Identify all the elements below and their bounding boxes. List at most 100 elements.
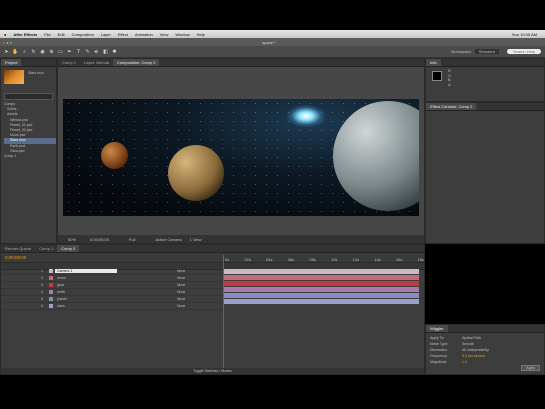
hand-tool-icon[interactable]: ✋ — [12, 48, 19, 55]
noise-type-select[interactable]: Smooth — [462, 342, 474, 346]
table-row[interactable]: 5 planet None — [1, 296, 223, 303]
search-help-input[interactable]: Search Help — [506, 49, 541, 54]
camera-tool-icon[interactable]: ◉ — [39, 48, 46, 55]
pen-tool-icon[interactable]: ✒ — [66, 48, 73, 55]
timeline-panel: Render Queue Comp 1 Comp 2 0;00;00;00 0s… — [0, 244, 425, 375]
table-row[interactable]: 6 stars None — [1, 303, 223, 310]
layer-bar[interactable] — [223, 287, 419, 292]
puppet-tool-icon[interactable]: ✱ — [111, 48, 118, 55]
brush-tool-icon[interactable]: ✎ — [84, 48, 91, 55]
layer-bar[interactable] — [223, 275, 419, 280]
layer-number: 1 — [41, 269, 43, 273]
light-glow — [287, 105, 325, 127]
layer-parent[interactable]: None — [177, 269, 185, 273]
layer-label-color[interactable] — [49, 283, 53, 287]
zoom-tool-icon[interactable]: ⌕ — [21, 48, 28, 55]
layer-duration-bars — [223, 268, 419, 308]
tab-layer-nebula[interactable]: Layer: Nebula — [80, 59, 113, 66]
camera-select[interactable]: Active Camera — [155, 237, 181, 242]
layer-label-color[interactable] — [49, 276, 53, 280]
table-row[interactable]: 1 Camera 1 None — [1, 268, 223, 275]
apple-icon[interactable]: ● — [4, 32, 6, 37]
timeline-timecode[interactable]: 0;00;00;00 — [5, 255, 26, 260]
table-row[interactable]: 3 glow None — [1, 282, 223, 289]
composition-panel: Comp 1 Layer: Nebula Composition: Comp 2… — [57, 58, 425, 244]
apply-button[interactable]: Apply — [521, 365, 540, 371]
timeline-footer: Toggle Switches / Modes — [1, 368, 424, 374]
current-time-indicator[interactable] — [223, 255, 224, 368]
eraser-tool-icon[interactable]: ◧ — [102, 48, 109, 55]
tab-effect-controls[interactable]: Effect Controls: Comp 2 — [426, 103, 477, 110]
menu-animation[interactable]: Animation — [135, 32, 153, 37]
layer-bar[interactable] — [223, 299, 419, 304]
zoom-window-icon[interactable]: ● — [10, 40, 12, 45]
workspace-label: Workspace: — [450, 49, 472, 54]
resolution-select[interactable]: Full — [129, 237, 135, 242]
menu-file[interactable]: File — [44, 32, 50, 37]
close-window-icon[interactable]: ● — [3, 40, 5, 45]
tab-timeline-comp-1[interactable]: Comp 1 — [35, 245, 57, 252]
layer-parent[interactable]: None — [177, 283, 185, 287]
magnitude-input[interactable]: 1.0 — [462, 360, 467, 364]
planet-small-orange — [101, 142, 128, 169]
time-ruler[interactable]: 0s 02s 04s 06s 08s 10s 12s 14s 16s 18s — [223, 255, 426, 264]
ruler-tick: 02s — [244, 257, 251, 262]
app-menu[interactable]: After Effects — [13, 32, 37, 37]
viewer-footer: 50% 0;00;00;00 Full Active Camera 1 View — [58, 235, 424, 243]
menu-composition[interactable]: Composition — [72, 32, 94, 37]
ruler-tick: 06s — [287, 257, 295, 262]
menu-view[interactable]: View — [160, 32, 169, 37]
tab-project[interactable]: Project — [1, 59, 22, 66]
ruler-tick: 04s — [266, 257, 273, 262]
project-thumbnail — [4, 70, 24, 84]
list-item[interactable]: Comp 1 — [4, 154, 56, 159]
selection-tool-icon[interactable]: ➤ — [3, 48, 10, 55]
layer-label-color[interactable] — [49, 269, 53, 273]
composition-canvas[interactable] — [63, 99, 419, 216]
layer-parent[interactable]: None — [177, 297, 185, 301]
menu-effect[interactable]: Effect — [118, 32, 128, 37]
text-tool-icon[interactable]: T — [75, 48, 82, 55]
minimize-window-icon[interactable]: ● — [6, 40, 8, 45]
table-row[interactable]: 4 earth None — [1, 289, 223, 296]
ruler-tick: 0s — [225, 257, 230, 262]
tab-timeline-comp-2[interactable]: Comp 2 — [57, 245, 80, 252]
project-search[interactable] — [4, 93, 53, 100]
layer-name: stars — [57, 304, 65, 308]
layer-bar[interactable] — [223, 269, 419, 274]
zoom-select[interactable]: 50% — [68, 237, 76, 242]
tab-info[interactable]: Info — [426, 59, 441, 66]
layer-label-color[interactable] — [49, 290, 53, 294]
dimension-select[interactable]: All Independently — [462, 348, 489, 352]
workspace-select[interactable]: Standard — [474, 49, 499, 54]
menu-window[interactable]: Window — [175, 32, 189, 37]
layer-name: earth — [57, 290, 65, 294]
layer-parent[interactable]: None — [177, 304, 185, 308]
apply-to-select[interactable]: Spatial Path — [462, 336, 481, 340]
tab-wiggler[interactable]: Wiggler — [426, 325, 448, 332]
menu-help[interactable]: Help — [197, 32, 205, 37]
layer-bar[interactable] — [223, 281, 419, 286]
menu-edit[interactable]: Edit — [58, 32, 65, 37]
rotate-tool-icon[interactable]: ↻ — [30, 48, 37, 55]
pan-behind-tool-icon[interactable]: ⊕ — [48, 48, 55, 55]
layer-parent[interactable]: None — [177, 276, 185, 280]
timecode-display[interactable]: 0;00;00;00 — [90, 237, 109, 242]
info-r: R: — [448, 69, 452, 73]
frequency-input[interactable]: 5.0 per second — [462, 354, 485, 358]
stamp-tool-icon[interactable]: ⎆ — [93, 48, 100, 55]
views-select[interactable]: 1 View — [190, 237, 202, 242]
ruler-tick: 10s — [330, 257, 338, 262]
layer-parent[interactable]: None — [177, 290, 185, 294]
toggle-switches-modes[interactable]: Toggle Switches / Modes — [193, 369, 232, 373]
mask-tool-icon[interactable]: ▭ — [57, 48, 64, 55]
layer-label-color[interactable] — [49, 297, 53, 301]
tab-composition-comp-2[interactable]: Composition: Comp 2 — [112, 59, 160, 66]
tab-comp-1[interactable]: Comp 1 — [58, 59, 80, 66]
layer-label-color[interactable] — [49, 304, 53, 308]
layer-bar[interactable] — [223, 293, 419, 298]
table-row[interactable]: 2 moon None — [1, 275, 223, 282]
menu-layer[interactable]: Layer — [101, 32, 111, 37]
ruler-tick: 08s — [309, 257, 316, 262]
tab-render-queue[interactable]: Render Queue — [1, 245, 35, 252]
